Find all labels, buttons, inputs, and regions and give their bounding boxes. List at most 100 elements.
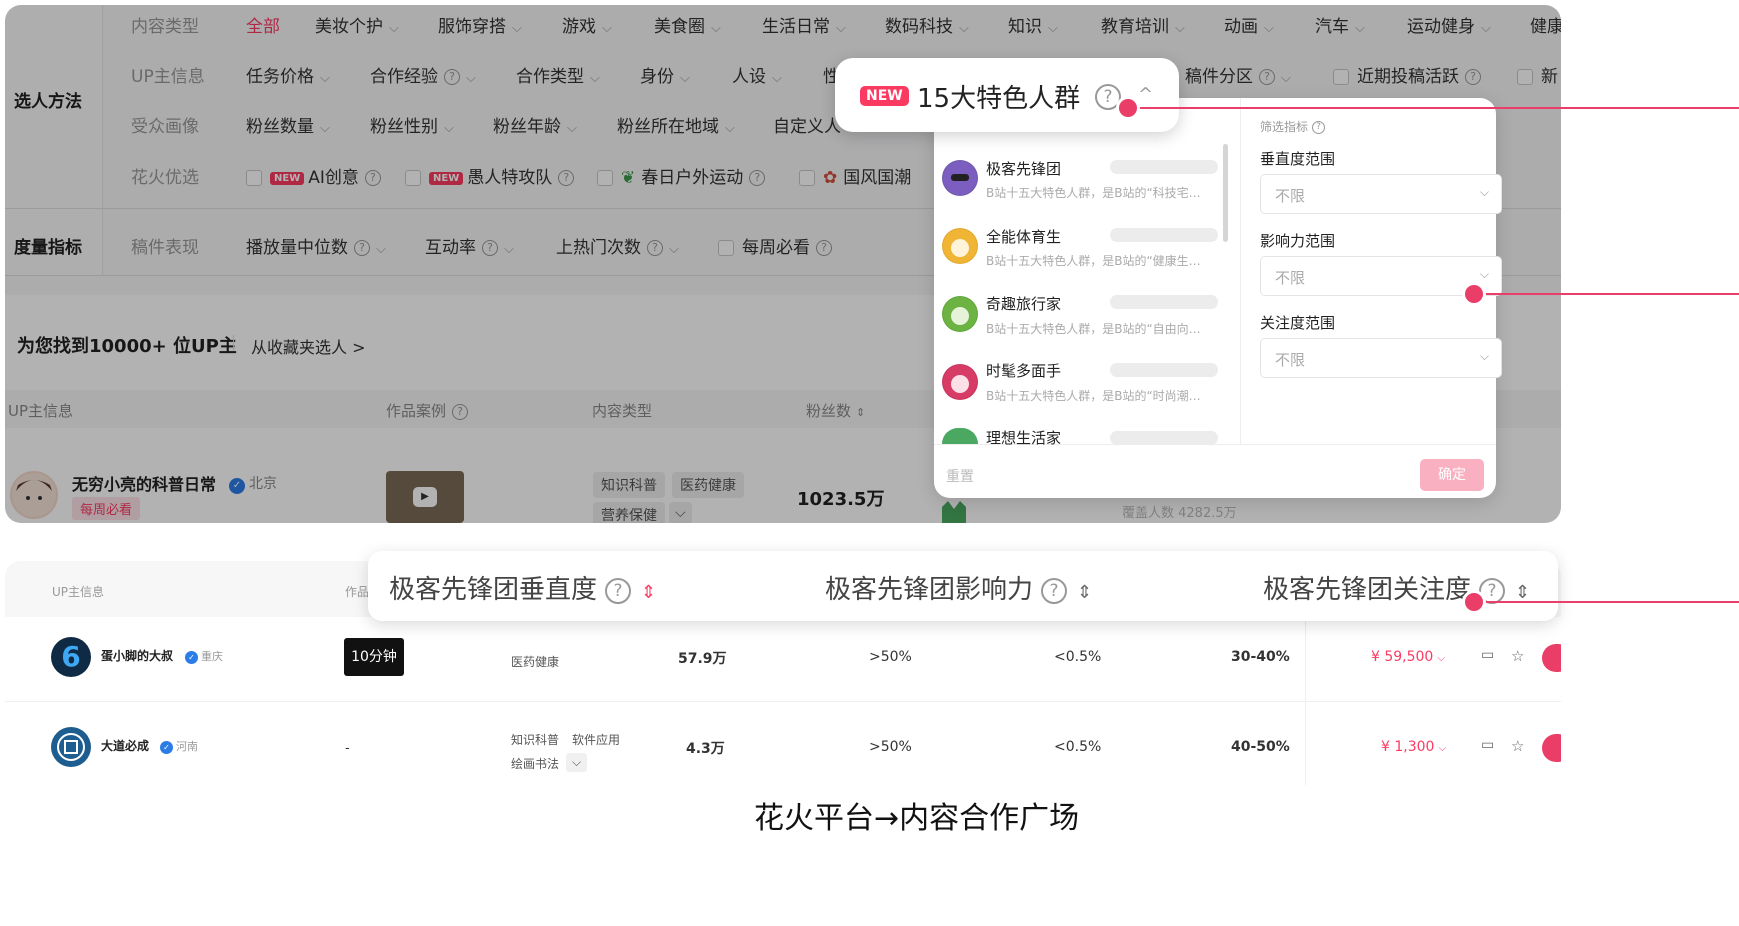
content-type-anime[interactable]: 动画 ⌵ <box>1224 12 1274 37</box>
filter-persona[interactable]: 人设 ⌵ <box>732 62 782 87</box>
chevron-up-icon[interactable]: ^ <box>1138 84 1153 105</box>
content-type-health[interactable]: 健康 <box>1530 12 1561 37</box>
chevron-down-icon: ⌵ <box>320 71 330 86</box>
work-thumbnail[interactable]: 10分钟 <box>344 638 404 676</box>
price[interactable]: ¥ 1,300 ⌵ <box>1381 739 1446 755</box>
verified-icon: ✓ <box>185 651 198 664</box>
table1-header-fans[interactable]: 粉丝数 ⇕ <box>806 400 865 421</box>
content-type-life[interactable]: 生活日常 ⌵ <box>762 12 846 37</box>
content-type-fashion[interactable]: 服饰穿搭 ⌵ <box>438 12 522 37</box>
filter-zone[interactable]: 稿件分区? ⌵ <box>1185 62 1291 87</box>
filter-coop-exp-label: 合作经验 <box>370 67 438 87</box>
filter-fan-count[interactable]: 粉丝数量 ⌵ <box>246 112 330 137</box>
help-icon: ? <box>647 240 663 256</box>
work-thumbnail[interactable]: ▶ <box>386 471 464 523</box>
filter-fan-age[interactable]: 粉丝年龄 ⌵ <box>493 112 577 137</box>
help-icon: ? <box>482 240 498 256</box>
filter-fan-gender[interactable]: 粉丝性别 ⌵ <box>370 112 454 137</box>
chevron-down-icon: ⌵ <box>836 21 846 36</box>
attention-range-select[interactable]: 不限 ⌵ <box>1260 338 1502 378</box>
group-name[interactable]: 奇趣旅行家 <box>986 293 1061 314</box>
checkbox[interactable] <box>246 170 262 186</box>
filter-coop-exp[interactable]: 合作经验? ⌵ <box>370 62 476 87</box>
content-type-education[interactable]: 教育培训 ⌵ <box>1101 12 1185 37</box>
field-label-attention: 关注度范围 <box>1260 314 1336 332</box>
caption: 花火平台→内容合作广场 <box>754 801 1080 836</box>
reset-button[interactable]: 重置 <box>946 466 974 486</box>
blurred-content <box>1110 160 1218 174</box>
group-name[interactable]: 极客先锋团 <box>986 158 1061 179</box>
filter-active[interactable]: 近期投稿活跃? <box>1333 62 1481 87</box>
star-icon[interactable]: ☆ <box>1511 647 1524 665</box>
vertical-range-select[interactable]: 不限 ⌵ <box>1260 174 1502 214</box>
help-icon: ? <box>364 170 381 186</box>
avatar-face-icon <box>12 473 56 517</box>
content-type-car[interactable]: 汽车 ⌵ <box>1315 12 1365 37</box>
filter-weekly[interactable]: 每周必看? <box>718 233 832 258</box>
content-type-digital[interactable]: 数码科技 ⌵ <box>885 12 969 37</box>
header-vertical[interactable]: 极客先锋团垂直度? ⇕ <box>389 569 656 606</box>
filter-ai-creative[interactable]: NEW AI创意? <box>246 163 381 188</box>
chevron-down-icon: ⌵ <box>466 71 476 86</box>
filter-task-price[interactable]: 任务价格 ⌵ <box>246 62 330 87</box>
chevron-down-icon: ⌵ <box>389 21 399 36</box>
group-avatar-fashion <box>942 364 978 400</box>
filter-hot-count[interactable]: 上热门次数? ⌵ <box>556 233 679 258</box>
avatar[interactable]: 6 <box>51 637 91 677</box>
group-name[interactable]: 全能体育生 <box>986 226 1061 247</box>
checkbox[interactable] <box>405 170 421 186</box>
star-icon[interactable]: ☆ <box>1511 737 1524 755</box>
tags-expand-icon[interactable]: ⌵ <box>669 502 692 523</box>
content-type-beauty[interactable]: 美妆个护 ⌵ <box>315 12 399 37</box>
filter-custom[interactable]: 自定义人 <box>773 112 841 137</box>
filter-spring[interactable]: ❦ 春日户外运动? <box>597 163 766 188</box>
group-name[interactable]: 理想生活家 <box>986 427 1061 448</box>
filter-play-median[interactable]: 播放量中位数? ⌵ <box>246 233 386 258</box>
up-name[interactable]: 蛋小脚的大叔 <box>101 647 173 664</box>
sort-icon: ⇕ <box>856 406 866 419</box>
content-type-all[interactable]: 全部 <box>246 12 280 37</box>
vertical-value: >50% <box>869 649 912 665</box>
up-name[interactable]: 无穷小亮的科普日常 <box>72 471 216 495</box>
avatar[interactable] <box>51 727 91 767</box>
filter-new[interactable]: 新 <box>1517 62 1558 87</box>
filter-fools[interactable]: NEW 愚人特攻队? <box>405 163 575 188</box>
content-type-sports[interactable]: 运动健身 ⌵ <box>1407 12 1491 37</box>
confirm-button[interactable]: 确定 <box>1420 459 1484 491</box>
header-influence[interactable]: 极客先锋团影响力? ⇕ <box>825 569 1092 606</box>
content-tag: 医药健康 <box>511 655 560 669</box>
filter-coop-type[interactable]: 合作类型 ⌵ <box>516 62 600 87</box>
checkbox[interactable] <box>597 170 613 186</box>
collect-link[interactable]: 从收藏夹选人 > <box>251 334 366 358</box>
scrollbar[interactable] <box>1223 144 1228 242</box>
chevron-down-icon: ⌵ <box>1479 267 1489 281</box>
content-type-game[interactable]: 游戏 ⌵ <box>562 12 612 37</box>
up-location: ✓ 北京 <box>229 473 277 494</box>
filter-identity[interactable]: 身份 ⌵ <box>640 62 690 87</box>
new-badge: NEW <box>860 86 909 106</box>
comment-icon[interactable]: ▭ <box>1481 647 1494 663</box>
crowd-title-callout[interactable]: NEW 15大特色人群 ? ^ <box>835 58 1179 132</box>
content-type-knowledge[interactable]: 知识 ⌵ <box>1008 12 1058 37</box>
filter-guofeng[interactable]: ✿ 国风国潮 <box>799 163 911 188</box>
table1-header-fans-label: 粉丝数 <box>806 402 852 420</box>
chevron-down-icon: ⌵ <box>772 71 782 86</box>
checkbox[interactable] <box>799 170 815 186</box>
chevron-down-icon: ⌵ <box>320 121 330 136</box>
content-type-digital-label: 数码科技 <box>885 17 953 37</box>
comment-icon[interactable]: ▭ <box>1481 737 1494 753</box>
up-name[interactable]: 大道必成 <box>101 737 149 754</box>
checkbox[interactable] <box>1517 69 1533 85</box>
group-avatar-life <box>942 428 978 444</box>
avatar[interactable] <box>8 469 60 521</box>
content-type-food[interactable]: 美食圈 ⌵ <box>654 12 721 37</box>
help-icon: ? <box>1041 577 1068 604</box>
blurred-content <box>1110 295 1218 309</box>
tags-expand-icon[interactable]: ⌵ <box>566 753 588 772</box>
checkbox[interactable] <box>718 240 734 256</box>
group-name[interactable]: 时髦多面手 <box>986 360 1061 381</box>
filter-fan-region[interactable]: 粉丝所在地域 ⌵ <box>617 112 735 137</box>
price[interactable]: ¥ 59,500 ⌵ <box>1371 649 1445 665</box>
filter-interaction[interactable]: 互动率? ⌵ <box>425 233 514 258</box>
checkbox[interactable] <box>1333 69 1349 85</box>
